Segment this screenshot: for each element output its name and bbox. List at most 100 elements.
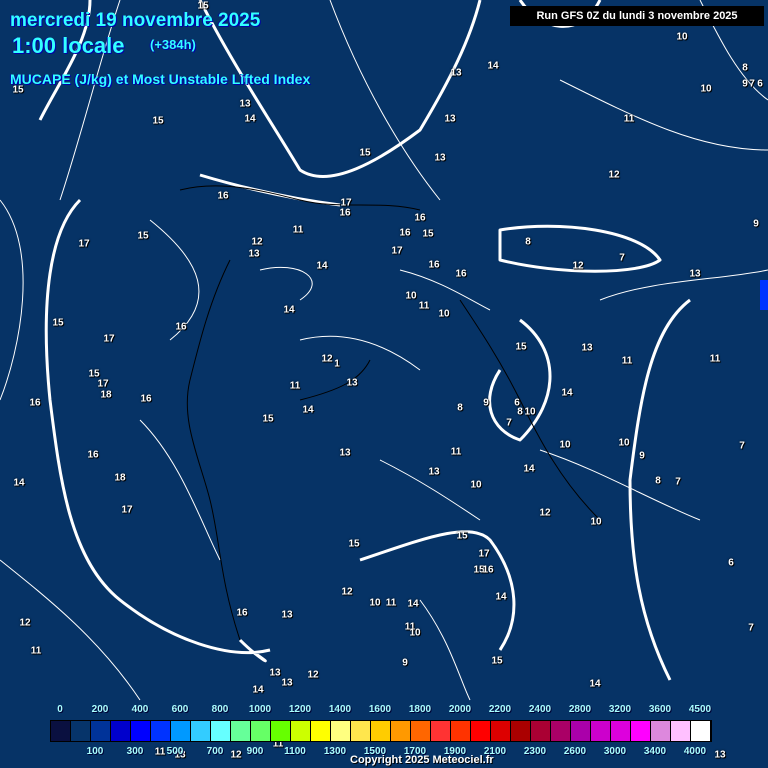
contour-label: 14 — [302, 404, 314, 416]
copyright: Copyright 2025 Meteociel.fr — [350, 754, 494, 766]
colorbar-top-label: 400 — [131, 704, 149, 715]
contour-label: 15 — [262, 413, 274, 425]
contour-label: 14 — [523, 463, 535, 475]
colorbar-bottom-label: 700 — [206, 746, 224, 757]
contour-label: 13 — [339, 447, 351, 459]
contour-label: 17 — [97, 378, 109, 390]
colorbar-swatch — [671, 721, 691, 741]
colorbar-bottom-label: 3000 — [603, 746, 627, 757]
colorbar-top-label: 2400 — [528, 704, 552, 715]
li-contour-thick — [38, 0, 691, 681]
colorbar-swatch — [211, 721, 231, 741]
colorbar-swatch — [491, 721, 511, 741]
contour-label: 12 — [539, 507, 551, 519]
contour-label: 16 — [217, 190, 229, 202]
colorbar-top-label: 1000 — [248, 704, 272, 715]
forecast-date: mercredi 19 novembre 2025 — [10, 10, 261, 31]
colorbar-swatch — [351, 721, 371, 741]
contour-label: 14 — [244, 113, 256, 125]
contour-label: 7 — [619, 252, 625, 264]
contour-label: 15 — [137, 230, 149, 242]
contour-label: 15 — [491, 655, 503, 667]
contour-label: 12 — [19, 617, 31, 629]
colorbar-top-label: 600 — [171, 704, 189, 715]
contour-label: 10 — [524, 406, 536, 418]
colorbar-swatch — [531, 721, 551, 741]
contour-label: 9 — [753, 218, 759, 230]
contour-label: 14 — [495, 591, 507, 603]
colorbar-swatch — [591, 721, 611, 741]
contour-label: 13 — [346, 377, 358, 389]
forecast-time: 1:00 locale — [12, 33, 125, 58]
contour-label: 11 — [385, 597, 397, 609]
colorbar-top-label: 2200 — [488, 704, 512, 715]
colorbar-top-label: 1200 — [288, 704, 312, 715]
contour-label: 11 — [709, 353, 721, 365]
contour-label: 17 — [103, 333, 115, 345]
colorbar-top-label: 4500 — [688, 704, 712, 715]
contour-label: 8 — [457, 402, 463, 414]
contour-label: 15 — [515, 341, 527, 353]
contour-label: 10 — [470, 479, 482, 491]
colorbar-swatch — [271, 721, 291, 741]
contour-label: 13 — [450, 67, 462, 79]
colorbar-swatch — [571, 721, 591, 741]
colorbar-swatch — [451, 721, 471, 741]
contour-label: 13 — [239, 98, 251, 110]
colorbar-top-label: 1400 — [328, 704, 352, 715]
colorbar-swatch — [71, 721, 91, 741]
colorbar-bottom-label: 3400 — [643, 746, 667, 757]
contour-label: 16 — [399, 227, 411, 239]
colorbar-top-label: 200 — [91, 704, 109, 715]
colorbar-swatch — [291, 721, 311, 741]
contour-label: 11 — [621, 355, 633, 367]
contour-label: 15 — [197, 0, 209, 12]
contour-label: 7 — [675, 476, 681, 488]
colorbar-top-label: 3200 — [608, 704, 632, 715]
contour-label: 11 — [418, 300, 430, 312]
colorbar-swatch — [411, 721, 431, 741]
contour-label: 16 — [175, 321, 187, 333]
contour-label: 14 — [407, 598, 419, 610]
contour-label: 17 — [478, 548, 490, 560]
colorbar-bottom-label: 900 — [246, 746, 264, 757]
contour-label: 10 — [676, 31, 688, 43]
contour-label: 10 — [559, 439, 571, 451]
contour-label: 13 — [248, 248, 260, 260]
forecast-lead-time: (+384h) — [150, 37, 196, 52]
contour-label: 16 — [455, 268, 467, 280]
contour-label: 10 — [590, 516, 602, 528]
contour-label: 12 — [341, 586, 353, 598]
contour-label: 18 — [114, 472, 126, 484]
colorbar-bottom-label: 500 — [166, 746, 184, 757]
colorbar-swatch — [171, 721, 191, 741]
contour-label: 7 — [506, 417, 512, 429]
colorbar-bottom-label: 300 — [126, 746, 144, 757]
colorbar — [50, 720, 712, 742]
weather-map: mercredi 19 novembre 2025 1:00 locale (+… — [0, 0, 768, 768]
colorbar-swatch — [651, 721, 671, 741]
colorbar-swatch — [631, 721, 651, 741]
contour-label: 7 — [739, 440, 745, 452]
coastline — [179, 185, 601, 641]
colorbar-top-label: 2000 — [448, 704, 472, 715]
contour-label: 12 — [572, 260, 584, 272]
contour-label: 12 — [321, 353, 333, 365]
contour-label: 11 — [450, 446, 462, 458]
contour-label: 13 — [269, 667, 281, 679]
contour-label: 15 — [422, 228, 434, 240]
contour-label: 13 — [428, 466, 440, 478]
contour-label: 13 — [281, 677, 293, 689]
colorbar-bottom-label: 2300 — [523, 746, 547, 757]
contour-label: 13 — [444, 113, 456, 125]
colorbar-bottom-label: 100 — [86, 746, 104, 757]
colorbar-top-label: 800 — [211, 704, 229, 715]
contour-label: 10 — [700, 83, 712, 95]
run-info: Run GFS 0Z du lundi 3 novembre 2025 — [510, 6, 764, 26]
contour-label: 8 — [525, 236, 531, 248]
contour-label: 14 — [561, 387, 573, 399]
contour-label: 13 — [281, 609, 293, 621]
contour-label: 8 — [517, 406, 523, 418]
colorbar-top-label: 2800 — [568, 704, 592, 715]
contour-label: 6 — [728, 557, 734, 569]
